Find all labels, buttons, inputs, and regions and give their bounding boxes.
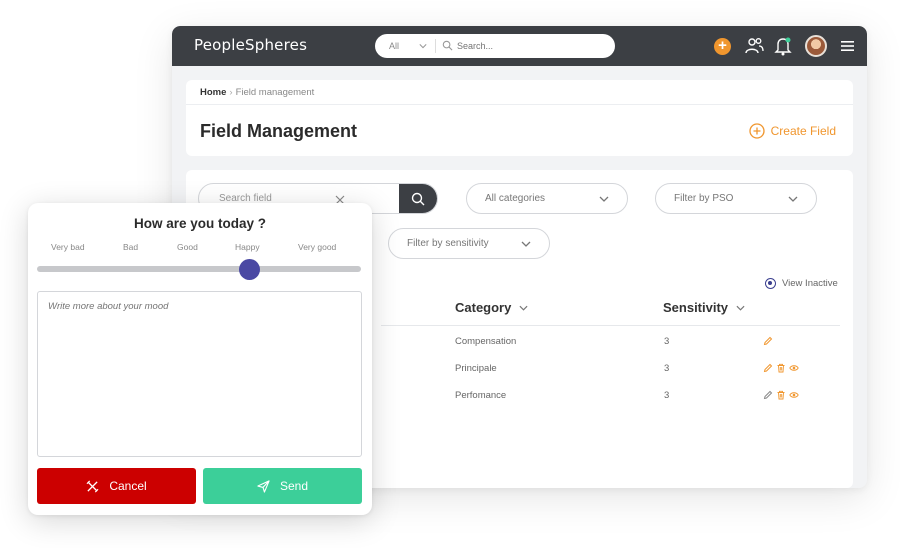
send-icon [257,479,270,493]
sensitivity-dropdown[interactable]: Filter by sensitivity [388,228,550,259]
view-inactive-label: View Inactive [782,278,838,289]
page-title: Field Management [200,121,358,141]
chevron-down-icon [736,305,745,311]
categories-dropdown-label: All categories [485,193,546,204]
pso-dropdown[interactable]: Filter by PSO [655,183,817,214]
mood-title: How are you today ? [133,216,267,231]
row-actions [763,363,799,373]
global-search[interactable]: All [375,34,615,58]
cancel-button[interactable]: Cancel [37,468,196,504]
chevron-down-icon[interactable] [419,42,427,50]
chevron-down-icon [521,241,531,247]
cell-sensitivity: 3 [664,363,670,374]
cell-category: Principale [455,363,497,374]
table-divider [381,325,840,326]
send-label: Send [279,479,309,493]
chevron-down-icon [599,196,609,202]
create-field-label: Create Field [770,124,836,138]
mood-slider-thumb[interactable] [239,259,260,280]
column-header-category[interactable]: Category [455,300,528,315]
cell-sensitivity: 3 [664,336,670,347]
column-header-sensitivity-label: Sensitivity [663,300,729,315]
create-field-button[interactable]: Create Field [748,123,836,139]
view-inactive-radio[interactable] [765,278,776,289]
row-actions [763,390,799,400]
scale-label-happy[interactable]: Happy [235,242,260,252]
avatar[interactable] [805,35,827,57]
scale-label-very-good[interactable]: Very good [298,242,336,252]
scale-label-very-bad[interactable]: Very bad [51,242,85,252]
pencil-icon[interactable] [763,336,773,346]
field-search-button[interactable] [399,184,437,213]
cancel-label: Cancel [109,479,147,493]
mood-slider-track[interactable] [37,266,361,272]
logo: PeopleSpheres [194,36,308,54]
cell-category: Perfomance [455,390,507,401]
cell-category: Compensation [455,336,517,347]
top-bar: PeopleSpheres All + [172,26,867,66]
plus-circle-icon [748,123,765,139]
pencil-icon[interactable] [763,390,773,400]
bell-icon[interactable] [774,36,792,56]
users-icon[interactable] [744,36,764,56]
divider [186,104,853,105]
chevron-down-icon [788,196,798,202]
breadcrumb: Home › Field management [200,87,314,98]
pso-dropdown-label: Filter by PSO [674,193,734,204]
send-button[interactable]: Send [203,468,362,504]
mood-popup: How are you today ? Very bad Bad Good Ha… [28,203,372,515]
pencil-icon[interactable] [763,363,773,373]
mood-textarea[interactable] [37,291,362,457]
close-icon [86,480,99,492]
scale-label-bad[interactable]: Bad [123,242,138,252]
menu-icon[interactable] [841,40,854,52]
breadcrumb-separator: › [229,87,233,98]
add-button[interactable]: + [714,38,731,55]
categories-dropdown[interactable]: All categories [466,183,628,214]
column-header-sensitivity[interactable]: Sensitivity [663,300,745,315]
search-scope[interactable]: All [375,41,411,51]
scale-label-good[interactable]: Good [177,242,198,252]
chevron-down-icon [519,305,528,311]
view-inactive-toggle[interactable]: View Inactive [765,278,838,289]
breadcrumb-home[interactable]: Home [200,87,226,98]
eye-icon[interactable] [789,363,799,373]
search-input[interactable] [457,39,607,53]
search-divider [435,39,436,53]
sensitivity-dropdown-label: Filter by sensitivity [407,238,489,249]
row-actions [763,336,773,346]
trash-icon[interactable] [776,363,786,373]
eye-icon[interactable] [789,390,799,400]
search-icon [411,192,425,206]
breadcrumb-current: Field management [235,87,315,98]
trash-icon[interactable] [776,390,786,400]
search-icon [442,40,453,51]
cell-sensitivity: 3 [664,390,670,401]
column-header-category-label: Category [455,300,512,315]
page-header: Home › Field management Field Management C… [186,80,853,156]
